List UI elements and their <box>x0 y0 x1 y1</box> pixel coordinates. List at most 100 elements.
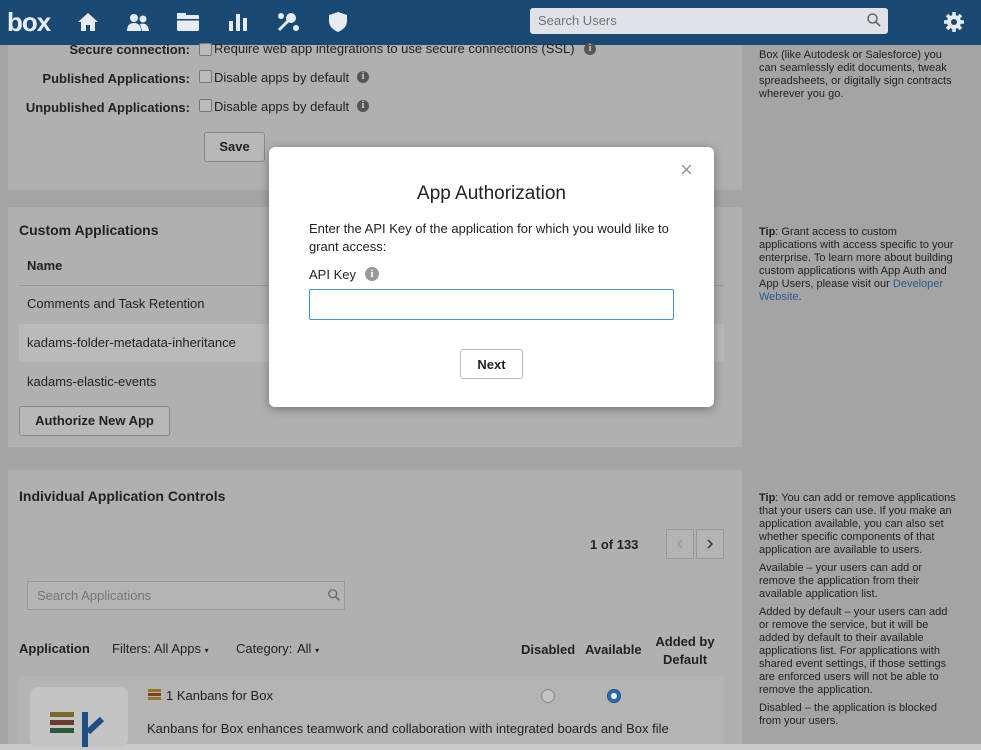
secure-connection-label: Secure connection: <box>69 42 190 57</box>
search-users-input[interactable] <box>530 8 866 32</box>
next-page-button[interactable] <box>696 529 724 559</box>
header-line: Added by <box>655 634 715 649</box>
info-icon[interactable]: i <box>584 43 596 55</box>
kanbans-logo-icon <box>50 712 105 747</box>
published-apps-label: Published Applications: <box>42 71 190 86</box>
custom-app-row[interactable]: kadams-folder-metadata-inheritance <box>27 335 236 350</box>
tip-line: application available, you can also set <box>759 518 944 530</box>
secure-connection-text: Require web app integrations to use secu… <box>214 41 575 56</box>
filters-dropdown[interactable]: All Apps ▾ <box>154 641 209 656</box>
app-category-icon <box>148 689 161 701</box>
available-column-header: Available <box>585 642 642 657</box>
category-dropdown[interactable]: All ▾ <box>297 641 319 656</box>
tip-line: whether specific components of that <box>759 531 935 543</box>
tip-line: Available – your users can add or <box>759 562 923 574</box>
tip-line: Added by default – your users can add <box>759 606 948 618</box>
security-icon[interactable] <box>326 11 350 33</box>
box-logo[interactable]: box <box>7 7 51 38</box>
custom-applications-title: Custom Applications <box>19 222 159 238</box>
chevron-left-icon <box>676 539 683 549</box>
search-applications-input[interactable] <box>28 582 326 609</box>
kanbans-app-logo <box>30 687 128 747</box>
tip-line: enterprise. To learn more about building <box>759 252 953 264</box>
prev-page-button[interactable] <box>666 529 694 559</box>
tip-line: spreadsheets, or digitally sign contract… <box>759 75 952 87</box>
save-button[interactable]: Save <box>204 132 265 162</box>
application-column-header: Application <box>19 641 90 656</box>
tip-line: : Grant access to custom <box>775 226 897 238</box>
tip-line: available application list. <box>759 588 878 600</box>
name-column-header: Name <box>27 258 63 273</box>
website-link[interactable]: Website <box>759 291 799 303</box>
pagination-label: 1 of 133 <box>590 537 639 552</box>
apps-icon[interactable] <box>276 11 300 33</box>
unpublished-apps-text: Disable apps by default <box>214 99 350 114</box>
app-authorization-dialog: × App Authorization Enter the API Key of… <box>269 147 714 407</box>
tip-line: remove the application. <box>759 684 873 696</box>
dialog-title: App Authorization <box>417 183 566 204</box>
individual-controls-tip: Tip: You can add or remove applications … <box>759 492 974 728</box>
tip-line: wherever you go. <box>759 88 844 100</box>
chevron-right-icon <box>707 539 714 549</box>
api-key-input[interactable] <box>309 289 674 320</box>
app-name-link[interactable]: 1 Kanbans for Box <box>166 688 273 703</box>
gear-icon[interactable] <box>943 11 965 33</box>
custom-app-row[interactable]: Comments and Task Retention <box>27 296 205 311</box>
search-icon[interactable] <box>866 12 882 28</box>
developer-link[interactable]: Developer <box>893 278 943 290</box>
tip-line: applications with access specific to you… <box>759 239 954 251</box>
custom-app-row[interactable]: kadams-elastic-events <box>27 374 156 389</box>
top-navigation-bar: box <box>0 0 981 45</box>
chevron-down-icon: ▾ <box>315 646 320 655</box>
tip-line: that your users can use. If you make an <box>759 505 952 517</box>
secure-connection-checkbox[interactable] <box>199 43 212 56</box>
disabled-column-header: Disabled <box>521 642 576 657</box>
tip-line: application are available to users. <box>759 544 923 556</box>
tip-line: custom applications with App Auth and <box>759 265 947 277</box>
filters-label: Filters: <box>112 641 151 656</box>
app-description: Kanbans for Box enhances teamwork and co… <box>147 721 669 736</box>
unpublished-apps-label: Unpublished Applications: <box>25 100 190 115</box>
tip-line: shared event settings, if those settings <box>759 658 947 670</box>
home-icon[interactable] <box>76 11 100 33</box>
tip-line: from your users. <box>759 715 839 727</box>
category-value: All <box>297 641 312 656</box>
search-applications-field[interactable] <box>27 581 345 610</box>
info-icon[interactable]: i <box>357 100 369 112</box>
users-icon[interactable] <box>126 11 150 33</box>
tip-line: Box (like Autodesk or Salesforce) you <box>759 49 942 61</box>
tip-line: Disabled – the application is blocked <box>759 702 937 714</box>
info-icon[interactable]: i <box>365 267 379 281</box>
header-line: Default <box>662 652 708 667</box>
tip-line: can seamlessly edit documents, tweak <box>759 62 947 74</box>
tip-lead: Tip <box>759 492 776 504</box>
api-key-label: API Key <box>309 267 356 282</box>
individual-controls-title: Individual Application Controls <box>19 488 226 504</box>
authorize-new-app-button[interactable]: Authorize New App <box>19 406 170 436</box>
available-radio[interactable] <box>607 689 621 703</box>
disabled-radio[interactable] <box>541 689 555 703</box>
folder-icon[interactable] <box>176 11 200 33</box>
close-icon[interactable]: × <box>680 159 693 181</box>
tip-period: . <box>798 291 802 303</box>
info-icon[interactable]: i <box>357 71 369 83</box>
chevron-down-icon: ▾ <box>204 646 209 655</box>
tip-line: applications list. For applications with <box>759 645 940 657</box>
tip-line: or remove the service, but it will be <box>759 619 929 631</box>
tip-line: remove the application from their <box>759 575 920 587</box>
next-button[interactable]: Next <box>460 349 523 379</box>
category-label: Category: <box>236 641 293 656</box>
published-apps-checkbox[interactable] <box>199 70 212 83</box>
tip-lead: Tip <box>759 226 776 238</box>
search-icon[interactable] <box>327 588 341 602</box>
tip-line: added by default to their available <box>759 632 924 644</box>
dialog-description: Enter the API Key of the application for… <box>309 221 669 254</box>
custom-apps-tip: Tip: Grant access to custom applications… <box>759 226 969 304</box>
added-by-default-column-header: Added by Default <box>650 633 720 669</box>
search-users-field[interactable] <box>530 8 888 34</box>
reports-icon[interactable] <box>226 11 250 33</box>
tip-line: App Users, please visit our <box>759 278 893 290</box>
tip-line: : You can add or remove applications <box>775 492 956 504</box>
unpublished-apps-checkbox[interactable] <box>199 99 212 112</box>
published-apps-text: Disable apps by default <box>214 70 350 85</box>
